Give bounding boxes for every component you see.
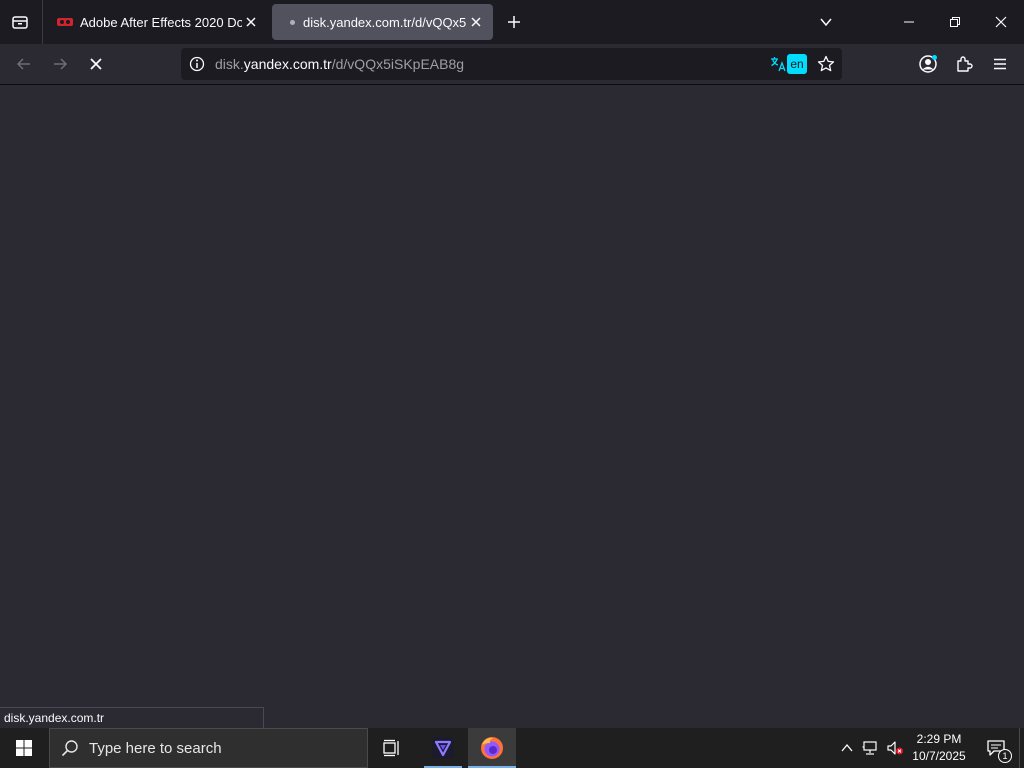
site-favicon-icon — [57, 18, 73, 26]
chevron-down-icon — [820, 18, 832, 27]
tab-title: Adobe After Effects 2020 Downl — [80, 14, 242, 30]
close-icon — [995, 16, 1007, 28]
url-prefix: disk. — [215, 56, 244, 72]
clock-time: 2:29 PM — [916, 732, 962, 746]
close-tab-icon[interactable] — [467, 13, 485, 31]
task-view-icon — [383, 739, 399, 757]
close-tab-icon[interactable] — [242, 13, 260, 31]
firefox-icon — [481, 737, 503, 759]
back-button[interactable] — [8, 48, 40, 80]
volume-muted-icon — [887, 741, 903, 755]
plus-icon — [508, 16, 520, 28]
url-path: /d/vQQx5iSKpEAB8g — [331, 56, 465, 72]
tab-separator — [42, 0, 43, 44]
show-desktop-button[interactable] — [1019, 728, 1024, 768]
forward-button[interactable] — [44, 48, 76, 80]
search-placeholder: Type here to search — [89, 740, 222, 757]
windows-logo-icon — [16, 740, 32, 756]
network-status-button[interactable] — [860, 728, 882, 768]
tab-overflow-button[interactable] — [814, 10, 838, 34]
info-icon[interactable] — [189, 56, 205, 72]
volume-button[interactable] — [884, 728, 906, 768]
taskbar-search-box[interactable]: Type here to search — [49, 728, 368, 768]
account-icon — [919, 55, 937, 73]
loading-dot-icon — [290, 19, 295, 25]
tab-strip: Adobe After Effects 2020 Downl disk.yand… — [0, 0, 1024, 44]
new-tab-button[interactable] — [502, 10, 526, 34]
taskbar-app-firefox[interactable] — [468, 728, 516, 768]
translate-language-badge[interactable]: en — [787, 54, 807, 74]
close-window-button[interactable] — [978, 0, 1024, 44]
hamburger-menu-icon — [994, 58, 1006, 70]
navigation-toolbar: disk.yandex.com.tr/d/vQQx5iSKpEAB8g en — [0, 44, 1024, 85]
notification-count-badge: 1 — [998, 749, 1012, 763]
bookmark-star-icon[interactable] — [817, 55, 835, 73]
tab-title: disk.yandex.com.tr/d/vQQx5iSKpEAB8g — [303, 14, 467, 30]
task-view-button[interactable] — [370, 728, 414, 768]
minimize-button[interactable] — [886, 0, 932, 44]
app-menu-button[interactable] — [984, 48, 1016, 80]
show-hidden-icons-button[interactable] — [836, 728, 858, 768]
restore-icon — [950, 17, 960, 27]
clock-date: 10/7/2025 — [912, 749, 966, 763]
tab-manager-icon — [12, 16, 28, 29]
list-all-tabs-button[interactable] — [8, 10, 32, 34]
chevron-up-icon — [841, 743, 853, 752]
puzzle-piece-icon — [957, 56, 973, 72]
arrow-right-icon — [54, 58, 68, 70]
proton-vpn-icon — [432, 737, 454, 759]
taskbar-app-proton-vpn[interactable] — [422, 728, 464, 768]
tab-adobe-after-effects[interactable]: Adobe After Effects 2020 Downl — [48, 4, 268, 40]
page-content — [0, 85, 1024, 728]
url-domain: yandex.com.tr — [243, 56, 332, 72]
action-center-button[interactable]: 1 — [976, 728, 1016, 768]
stop-loading-button[interactable] — [80, 48, 112, 80]
translate-icon[interactable] — [769, 55, 787, 73]
account-button[interactable] — [912, 48, 944, 80]
arrow-left-icon — [16, 58, 30, 70]
tab-yandex-disk[interactable]: disk.yandex.com.tr/d/vQQx5iSKpEAB8g — [272, 4, 493, 40]
minimize-icon — [904, 21, 914, 23]
extensions-button[interactable] — [948, 48, 980, 80]
address-bar[interactable]: disk.yandex.com.tr/d/vQQx5iSKpEAB8g en — [181, 48, 842, 80]
restore-button[interactable] — [932, 0, 978, 44]
network-ethernet-icon — [862, 741, 877, 755]
status-panel: disk.yandex.com.tr — [0, 707, 264, 729]
close-icon — [90, 58, 102, 70]
windows-taskbar: Type here to search 2:29 PM 10/7/2025 1 — [0, 728, 1024, 768]
clock[interactable]: 2:29 PM 10/7/2025 — [908, 731, 970, 765]
search-icon — [61, 740, 78, 757]
start-button[interactable] — [0, 728, 48, 768]
url-text[interactable]: disk.yandex.com.tr/d/vQQx5iSKpEAB8g — [215, 56, 464, 72]
